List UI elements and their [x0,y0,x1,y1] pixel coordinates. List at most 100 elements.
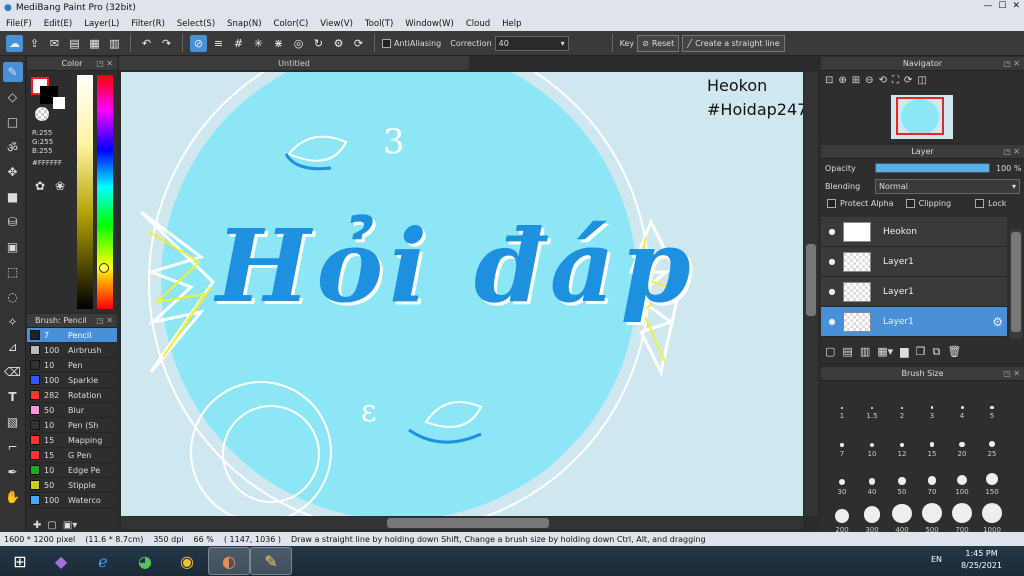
redo-icon[interactable]: ↷ [158,35,175,52]
brush-size-cell[interactable]: 10 [857,423,887,461]
panel-options-icon[interactable]: ◳ ✕ [96,316,113,325]
zoom-in-icon[interactable]: ⊕ [838,75,846,86]
perspective-snap-icon[interactable]: ⋇ [270,35,287,52]
chrome-icon[interactable]: ◉ [166,547,208,575]
document-tab[interactable]: Untitled [119,56,469,70]
brush-item[interactable]: 7 Pencil [27,328,117,343]
new-brush-icon[interactable]: ▢ [47,520,56,531]
menu-color[interactable]: Color(C) [268,19,315,29]
blur-tool-icon[interactable]: ॐ [3,137,23,157]
brush-size-cell[interactable]: 1.5 [857,385,887,423]
brush-item[interactable]: 10 Edge Pe [27,463,117,478]
brush-item[interactable]: 100 Waterco [27,493,117,508]
select-tool-icon[interactable]: ⬚ [3,262,23,282]
transparent-swatch[interactable] [35,107,49,121]
brush-size-cell[interactable]: 50 [887,461,917,499]
clipping-checkbox[interactable] [905,198,915,208]
blending-select[interactable]: Normal ▾ [875,178,1020,194]
gradient-tool-icon[interactable]: ▣ [3,237,23,257]
brush-size-cell[interactable]: 4 [947,385,977,423]
internet-explorer-icon[interactable]: ℯ [82,547,124,575]
reset-button[interactable]: ⊘ Reset [637,34,680,52]
add-brush-icon[interactable]: ✚ [33,520,41,531]
grid-snap-icon[interactable]: # [230,35,247,52]
recent-color-swatch[interactable] [53,97,65,109]
share-icon[interactable]: ⇪ [26,35,43,52]
rotate-right-icon[interactable]: ⟳ [904,75,912,86]
horizontal-scrollbar-thumb[interactable] [387,518,549,528]
menu-help[interactable]: Help [496,19,527,29]
pen-tool-icon[interactable]: ✒ [3,462,23,482]
rotate-snap-icon[interactable]: ⟳ [350,35,367,52]
menu-tool[interactable]: Tool(T) [359,19,399,29]
zoom-out-icon[interactable]: ⊖ [865,75,873,86]
minimize-icon[interactable]: — [983,1,992,11]
visibility-icon[interactable]: ● [821,227,843,236]
new-folder-icon[interactable]: ▆ [900,345,908,359]
vertical-scrollbar[interactable] [804,72,818,516]
clock[interactable]: 1:45 PM 8/25/2021 [961,548,1002,572]
fill-rect-tool-icon[interactable]: ■ [3,187,23,207]
circle-snap-icon[interactable]: ◎ [290,35,307,52]
visual-studio-icon[interactable]: ◆ [40,547,82,575]
brush-size-cell[interactable]: 20 [947,423,977,461]
brush-item[interactable]: 50 Stipple [27,478,117,493]
panel-options-icon[interactable]: ◳ ✕ [1003,59,1020,68]
start-button-icon[interactable]: ⊞ [0,547,40,575]
visibility-icon[interactable]: ● [821,287,843,296]
layer-settings-icon[interactable]: ⚙ [992,315,1003,329]
paint-taskbar-icon[interactable]: ✎ [250,547,292,575]
menu-edit[interactable]: Edit(E) [38,19,78,29]
select-eraser-tool-icon[interactable]: ⌫ [3,362,23,382]
brush-item[interactable]: 10 Pen [27,358,117,373]
layer-row[interactable]: ● Heokon [821,217,1007,247]
cloud-icon[interactable]: ☁ [6,34,23,52]
layer-row[interactable]: ● Layer1 ⚙ [821,307,1007,337]
eraser-tool-icon[interactable]: ◇ [3,87,23,107]
brush-item[interactable]: 50 Blur [27,403,117,418]
zoom-fit-icon[interactable]: ⊡ [825,75,833,86]
layer-row[interactable]: ● Layer1 [821,277,1007,307]
rotate-left-icon[interactable]: ⟲ [879,75,887,86]
flip-icon[interactable]: ◫ [917,75,926,86]
menu-layer[interactable]: Layer(L) [78,19,125,29]
curve-snap-icon[interactable]: ↻ [310,35,327,52]
brush-size-cell[interactable]: 150 [977,461,1007,499]
brush-size-cell[interactable]: 25 [977,423,1007,461]
brush-item[interactable]: 100 Sparkle [27,373,117,388]
layer-row[interactable]: ● Layer1 [821,247,1007,277]
delete-layer-icon[interactable]: 🗑 [947,345,961,359]
duplicate-layer-icon[interactable]: ❐ [916,345,926,359]
new-halftone-layer-icon[interactable]: ▤ [842,345,852,359]
history-icon[interactable]: ▥ [106,35,123,52]
add-layer-menu-icon[interactable]: ▦▾ [877,345,893,359]
palette-icon[interactable]: ✿ [35,179,45,193]
menu-filter[interactable]: Filter(R) [125,19,171,29]
brush-size-cell[interactable]: 5 [977,385,1007,423]
brush-item[interactable]: 15 G Pen [27,448,117,463]
settings-snap-icon[interactable]: ⚙ [330,35,347,52]
select-pen-tool-icon[interactable]: ⊿ [3,337,23,357]
dot-tool-icon[interactable]: □ [3,112,23,132]
brush-item[interactable]: 282 Rotation [27,388,117,403]
layer-scrollbar[interactable] [1010,229,1022,339]
brush-size-cell[interactable]: 7 [827,423,857,461]
correction-select[interactable]: 40 ▾ [494,35,569,51]
snap-off-icon[interactable]: ⊘ [190,34,207,52]
menu-cloud[interactable]: Cloud [460,19,496,29]
radial-snap-icon[interactable]: ✳ [250,35,267,52]
menu-select[interactable]: Select(S) [171,19,221,29]
brush-size-cell[interactable]: 1 [827,385,857,423]
save-icon[interactable]: ▦ [86,35,103,52]
new-8bit-layer-icon[interactable]: ▥ [860,345,870,359]
merge-layer-icon[interactable]: ⧉ [932,345,940,359]
undo-icon[interactable]: ↶ [138,35,155,52]
hue-slider-handle[interactable] [99,263,109,273]
hand-tool-icon[interactable]: ✋ [3,487,23,507]
visibility-icon[interactable]: ● [821,257,843,266]
menu-snap[interactable]: Snap(N) [221,19,267,29]
opacity-slider[interactable] [875,163,990,173]
fit-window-icon[interactable]: ⛶ [892,75,899,86]
brush-size-cell[interactable]: 100 [947,461,977,499]
create-straight-line-button[interactable]: ╱ Create a straight line [682,34,785,52]
